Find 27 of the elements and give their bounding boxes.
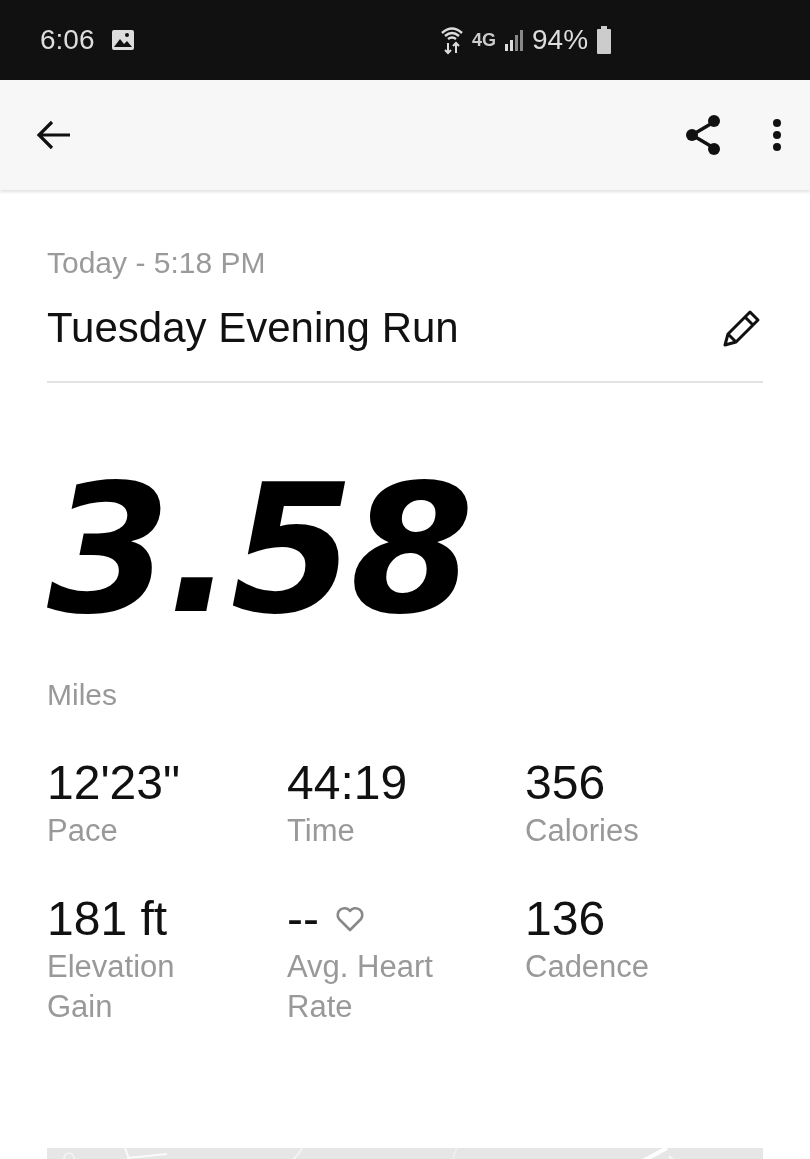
signal-icon [504, 29, 524, 51]
stat-value: 356 [525, 755, 606, 811]
distance-unit: Miles [47, 677, 118, 713]
stat-label: Cadence [525, 948, 651, 986]
image-icon [110, 29, 135, 51]
stat-label: Pace [47, 812, 119, 850]
network-label: 4G [472, 28, 496, 52]
share-icon[interactable] [684, 114, 722, 156]
stat-label: Elevation Gain [47, 948, 176, 1026]
stat-label: Time [287, 812, 356, 850]
stat-value: 12'23" [47, 755, 180, 811]
more-options-icon[interactable] [772, 119, 782, 151]
stat-value: 181 ft [47, 891, 168, 947]
back-icon[interactable] [36, 119, 72, 151]
stat-value: 44:19 [287, 755, 408, 811]
heart-icon [334, 905, 365, 933]
stat-value: 136 [525, 891, 606, 947]
stat-value: -- [287, 891, 319, 947]
battery-percent: 94% [532, 23, 589, 57]
distance-value: 3.58 [47, 461, 472, 639]
stat-label: Calories [525, 812, 640, 850]
stat-label: Avg. Heart Rate [287, 948, 434, 1026]
battery-icon [596, 26, 613, 54]
activity-date: Today - 5:18 PM [47, 245, 267, 281]
status-time: 6:06 [40, 23, 95, 57]
activity-title: Tuesday Evening Run [47, 303, 459, 353]
wifi-icon [440, 25, 464, 55]
